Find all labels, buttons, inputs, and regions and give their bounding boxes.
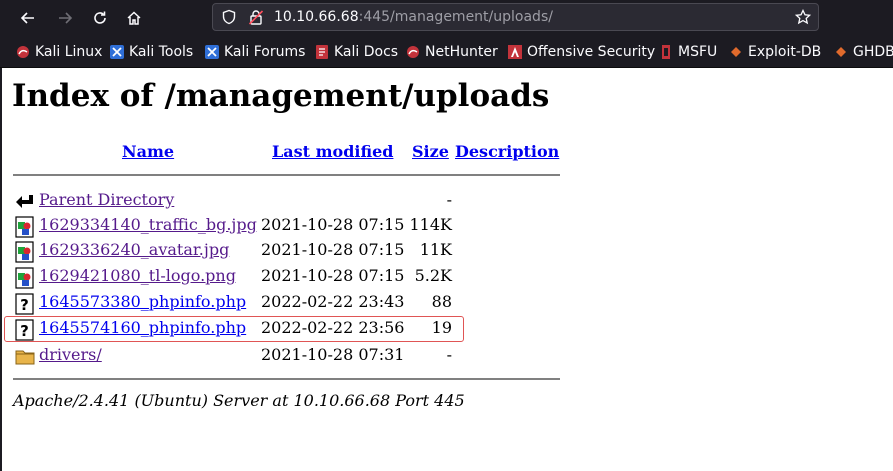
bookmark-star-icon[interactable] [794, 8, 812, 29]
shield-icon[interactable] [221, 9, 237, 29]
offsec-icon [508, 45, 522, 59]
row-modified: 2021-10-28 07:15 [261, 266, 405, 285]
bookmark-kali-forums[interactable]: Kali Forums [205, 43, 305, 61]
unknown-file-icon: ? [15, 293, 35, 315]
home-icon [127, 11, 141, 25]
folder-icon [15, 346, 35, 368]
table-row: ? 1645573380_phpinfo.php 2022-02-22 23:4… [0, 290, 600, 315]
reload-button[interactable] [87, 6, 113, 30]
table-row: 1629334140_traffic_bg.jpg 2021-10-28 07:… [0, 213, 600, 238]
file-link[interactable]: 1629421080_tl-logo.png [39, 266, 236, 285]
back-button[interactable] [15, 6, 41, 30]
address-bar[interactable]: 10.10.66.68:445/management/uploads/ [212, 3, 819, 31]
svg-text:?: ? [20, 296, 29, 314]
back-icon [15, 191, 35, 213]
row-modified: 2021-10-28 07:15 [261, 215, 405, 234]
file-link[interactable]: 1629334140_traffic_bg.jpg [39, 215, 257, 234]
bookmarks-bar: Kali Linux Kali Tools Kali Forums Kali D… [0, 36, 893, 68]
bookmark-msfu[interactable]: MSFU [659, 43, 717, 61]
page-title: Index of /management/uploads [12, 78, 550, 114]
highlight-box [4, 316, 464, 342]
file-link[interactable]: 1645573380_phpinfo.php [39, 292, 246, 311]
row-size: - [446, 345, 452, 364]
kali-icon [16, 45, 30, 59]
bookmark-nethunter[interactable]: NetHunter [406, 43, 498, 61]
bookmark-offensive-security[interactable]: Offensive Security [508, 43, 655, 61]
image-icon [15, 267, 35, 289]
image-icon [15, 216, 35, 238]
home-button[interactable] [121, 6, 147, 30]
image-icon [15, 241, 35, 263]
file-link[interactable]: 1629336240_avatar.jpg [39, 240, 229, 259]
row-modified: 2022-02-22 23:43 [261, 292, 405, 311]
insecure-lock-icon[interactable] [248, 9, 264, 29]
arrow-right-icon [59, 12, 73, 24]
nethunter-icon [406, 45, 420, 59]
table-row: Parent Directory - [0, 188, 600, 212]
parent-directory-link[interactable]: Parent Directory [39, 190, 174, 209]
kali-tools-icon [110, 45, 124, 59]
row-size: 5.2K [414, 266, 452, 285]
reload-icon [94, 11, 106, 24]
forward-button[interactable] [52, 6, 78, 30]
table-row: drivers/ 2021-10-28 07:31 - [0, 343, 600, 367]
row-size: 88 [431, 292, 452, 311]
table-row: 1629336240_avatar.jpg 2021-10-28 07:15 1… [0, 238, 600, 263]
bookmark-ghdb[interactable]: GHDB [834, 43, 893, 61]
divider-top [13, 174, 560, 176]
folder-link[interactable]: drivers/ [39, 345, 102, 364]
divider-bottom [13, 378, 560, 380]
column-last-modified-link[interactable]: Last modified [272, 142, 393, 161]
ghdb-icon [834, 45, 848, 59]
browser-toolbar: 10.10.66.68:445/management/uploads/ [0, 0, 893, 36]
row-modified: 2021-10-28 07:15 [261, 240, 405, 259]
exploitdb-icon [729, 45, 743, 59]
kali-docs-icon [315, 45, 329, 59]
column-description-link[interactable]: Description [455, 142, 559, 161]
kali-forums-icon [205, 45, 219, 59]
row-size: - [446, 190, 452, 209]
bookmark-kali-tools[interactable]: Kali Tools [110, 43, 193, 61]
column-size-link[interactable]: Size [412, 142, 449, 161]
server-signature: Apache/2.4.41 (Ubuntu) Server at 10.10.6… [13, 391, 465, 410]
bookmark-kali-linux[interactable]: Kali Linux [16, 43, 102, 61]
row-modified: 2021-10-28 07:31 [261, 345, 405, 364]
arrow-left-icon [20, 12, 34, 24]
bookmark-kali-docs[interactable]: Kali Docs [315, 43, 398, 61]
bookmark-exploit-db[interactable]: Exploit-DB [729, 43, 821, 61]
msfu-icon [659, 45, 673, 59]
url-text[interactable]: 10.10.66.68:445/management/uploads/ [274, 9, 553, 25]
row-size: 11K [419, 240, 452, 259]
column-name-link[interactable]: Name [122, 142, 174, 161]
row-size: 114K [409, 215, 453, 234]
table-row: 1629421080_tl-logo.png 2021-10-28 07:15 … [0, 264, 600, 289]
